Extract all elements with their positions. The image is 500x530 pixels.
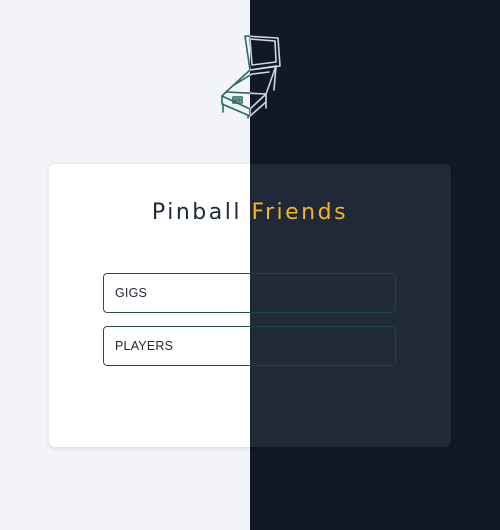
players-button-dark-half — [250, 326, 396, 366]
app-title-part1: Pinball — [151, 200, 242, 225]
gigs-button-dark-half — [250, 273, 396, 313]
players-label: PLAYERS — [115, 339, 174, 353]
main-card: Pinball Friends GIGS PLAYERS — [49, 164, 451, 447]
players-button[interactable]: PLAYERS — [103, 326, 396, 366]
app-title: Pinball Friends — [49, 200, 451, 225]
gigs-label: GIGS — [115, 286, 148, 300]
pinball-machine-icon — [214, 30, 286, 120]
app-title-part2: Friends — [251, 200, 349, 225]
gigs-button[interactable]: GIGS — [103, 273, 396, 313]
